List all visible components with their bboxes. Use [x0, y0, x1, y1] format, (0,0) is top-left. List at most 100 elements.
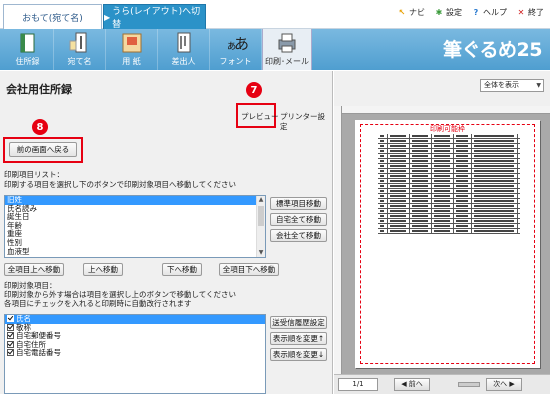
scroll-down-icon[interactable]: ▼: [257, 249, 265, 257]
preview-table-cell: [454, 229, 472, 233]
scroll-thumb[interactable]: [258, 206, 264, 226]
move-standard-items-button[interactable]: 標準項目移動: [270, 197, 327, 210]
print-target-listbox[interactable]: 氏名 敬称 自宅郵便番号 自宅住所 自宅電話番号: [4, 314, 266, 394]
preview-table-cell: [388, 184, 410, 188]
back-to-previous-button[interactable]: 前の画面へ戻る: [9, 142, 77, 157]
checkbox[interactable]: [7, 340, 14, 348]
print-items-listbox[interactable]: 旧姓 氏名読み 誕生日 年齢 重座 性別 血液型 ▲ ▼: [4, 195, 266, 258]
navi-label: ナビ: [409, 8, 425, 17]
order-up-button[interactable]: 表示順を変更↑: [270, 332, 327, 345]
target-items-description-2: 各項目にチェックを入れると印刷時に自動改行されます: [4, 299, 192, 308]
preview-table-cell: [472, 199, 518, 203]
tab-front[interactable]: おもて(宛て名): [3, 4, 102, 29]
preview-table-cell: [472, 144, 518, 148]
preview-table-cell: [410, 149, 432, 153]
preview-table-cell: [432, 144, 454, 148]
checkbox[interactable]: [7, 332, 14, 340]
list-item[interactable]: 氏名: [5, 315, 265, 324]
preview-table-cell: [388, 174, 410, 178]
order-down-button[interactable]: 表示順を変更↓: [270, 348, 327, 361]
move-all-down-button[interactable]: 全項目下へ移動: [219, 263, 279, 276]
listbox-scrollbar[interactable]: ▲ ▼: [256, 196, 265, 257]
settings-link[interactable]: ✱ 設定: [434, 7, 462, 18]
next-page-button[interactable]: 次へ ▶: [486, 378, 522, 391]
ribbon-font[interactable]: ぁあ フォント: [210, 29, 262, 70]
preview-table-cell: [454, 184, 472, 188]
preview-table-cell: [410, 209, 432, 213]
exit-link[interactable]: ✕ 終了: [516, 7, 544, 18]
ribbon-address-book-label: 住所録: [15, 57, 40, 66]
checkbox[interactable]: [7, 323, 14, 331]
move-all-company-button[interactable]: 会社全て移動: [270, 229, 327, 242]
preview-table-cell: [454, 204, 472, 208]
callout-badge-7: 7: [246, 82, 262, 98]
preview-table-cell: [454, 194, 472, 198]
preview-table-cell: [432, 229, 454, 233]
print-preview-area[interactable]: 印刷可能枠: [334, 106, 550, 374]
preview-table-cell: [432, 159, 454, 163]
preview-table-cell: [388, 229, 410, 233]
preview-table-cell: [378, 184, 388, 188]
checkbox[interactable]: [7, 315, 14, 322]
preview-button[interactable]: プレビュー: [241, 112, 279, 122]
move-down-button[interactable]: 下へ移動: [162, 263, 202, 276]
move-all-up-button[interactable]: 全項目上へ移動: [4, 263, 64, 276]
help-link[interactable]: ? ヘルプ: [471, 7, 507, 18]
preview-table-cell: [454, 144, 472, 148]
preview-table-cell: [472, 169, 518, 173]
tab-switch-back-label: うら(レイアウト)へ切替: [112, 7, 201, 30]
preview-table-cell: [432, 134, 454, 138]
ribbon-print-mail[interactable]: 印刷･メール: [262, 29, 312, 70]
preview-table-cell: [454, 209, 472, 213]
history-settings-button[interactable]: 送受信履歴設定: [270, 316, 327, 329]
printer-settings-button[interactable]: プリンター設定: [280, 112, 332, 132]
preview-table-cell: [432, 194, 454, 198]
ribbon-paper[interactable]: 用 紙: [106, 29, 158, 70]
preview-table-cell: [378, 134, 388, 138]
ribbon-addressee[interactable]: 宛て名: [54, 29, 106, 70]
preview-table-cell: [378, 154, 388, 158]
preview-table-cell: [472, 164, 518, 168]
ribbon-toolbar: 住所録 宛て名 用 紙 差出人 ぁあ フォント 印刷･メール 筆ぐるめ25: [0, 29, 550, 70]
ribbon-font-label: フォント: [219, 57, 252, 66]
preview-table-cell: [410, 204, 432, 208]
tab-switch-back[interactable]: ▶ うら(レイアウト)へ切替: [103, 4, 206, 30]
preview-table-cell: [454, 139, 472, 143]
preview-table-cell: [454, 174, 472, 178]
preview-table-cell: [378, 199, 388, 203]
preview-table-cell: [454, 179, 472, 183]
preview-table-cell: [410, 164, 432, 168]
vertical-ruler: [334, 106, 342, 374]
ribbon-sender[interactable]: 差出人: [158, 29, 210, 70]
list-item[interactable]: 誕生日: [5, 213, 265, 222]
preview-table-cell: [432, 224, 454, 228]
preview-table-cell: [410, 154, 432, 158]
list-item[interactable]: 旧姓: [5, 196, 265, 205]
preview-hscroll-thumb[interactable]: [458, 382, 480, 387]
list-item[interactable]: 性別: [5, 238, 265, 248]
preview-table-cell: [410, 194, 432, 198]
address-book-icon: [16, 32, 40, 54]
preview-table-cell: [378, 174, 388, 178]
list-item[interactable]: 自宅電話番号: [5, 349, 265, 358]
prev-page-button[interactable]: ◀ 前へ: [394, 378, 430, 391]
list-item[interactable]: 血液型: [5, 247, 265, 257]
preview-table-cell: [472, 189, 518, 193]
scroll-up-icon[interactable]: ▲: [257, 196, 265, 204]
list-item[interactable]: 年齢: [5, 221, 265, 231]
navi-link[interactable]: ↖ ナビ: [397, 7, 425, 18]
preview-table-cell: [472, 209, 518, 213]
checkbox[interactable]: [7, 349, 14, 357]
help-icon: ?: [473, 8, 479, 17]
preview-table-cell: [472, 214, 518, 218]
list-item[interactable]: 重座: [5, 230, 265, 239]
ribbon-address-book[interactable]: 住所録: [2, 29, 54, 70]
preview-table-cell: [378, 229, 388, 233]
list-item[interactable]: 氏名読み: [5, 204, 265, 214]
zoom-select[interactable]: 全体を表示 ▼: [480, 79, 544, 92]
move-up-button[interactable]: 上へ移動: [83, 263, 123, 276]
ribbon-addressee-label: 宛て名: [67, 57, 92, 66]
preview-table-cell: [410, 174, 432, 178]
preview-table-cell: [432, 164, 454, 168]
move-all-home-button[interactable]: 自宅全て移動: [270, 213, 327, 226]
